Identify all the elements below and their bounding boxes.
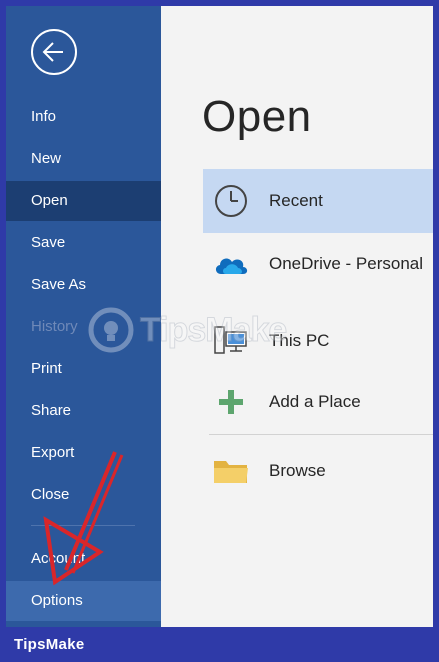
onedrive-cloud-icon — [211, 244, 251, 284]
sidebar-item-account[interactable]: Account — [6, 539, 161, 579]
sidebar-item-save[interactable]: Save — [6, 223, 161, 263]
location-recent[interactable]: Recent — [203, 169, 433, 233]
location-onedrive[interactable]: OneDrive - Personal — [203, 232, 433, 296]
location-label: Browse — [269, 461, 326, 480]
computer-icon — [211, 321, 251, 361]
brand-logo: TipsMake — [14, 636, 85, 653]
sidebar-item-info[interactable]: Info — [6, 97, 161, 137]
location-label: Recent — [269, 191, 323, 210]
location-label: OneDrive - Personal — [269, 254, 424, 273]
sidebar-item-close[interactable]: Close — [6, 475, 161, 515]
clock-icon — [211, 181, 251, 221]
locations-divider — [209, 434, 433, 435]
folder-icon — [211, 451, 251, 491]
open-panel: Open Recent OneDrive - Personal This PC … — [161, 6, 433, 627]
back-button[interactable] — [31, 29, 77, 75]
page-title: Open — [202, 92, 312, 141]
plus-icon — [211, 382, 251, 422]
sidebar-item-print[interactable]: Print — [6, 349, 161, 389]
location-add-a-place[interactable]: Add a Place — [203, 370, 433, 434]
backstage-sidebar: Info New Open Save Save As History Print… — [6, 6, 161, 627]
location-browse[interactable]: Browse — [203, 439, 433, 503]
backstage-window: Info New Open Save Save As History Print… — [6, 6, 433, 627]
location-label: This PC — [269, 331, 330, 350]
sidebar-divider — [31, 525, 135, 526]
location-label: Add a Place — [269, 392, 361, 411]
sidebar-item-options[interactable]: Options — [6, 581, 161, 621]
back-arrow-icon — [42, 42, 63, 62]
sidebar-item-history: History — [31, 318, 78, 335]
location-this-pc[interactable]: This PC — [203, 309, 433, 373]
sidebar-item-open[interactable]: Open — [6, 181, 161, 221]
sidebar-item-save-as[interactable]: Save As — [6, 265, 161, 305]
sidebar-item-share[interactable]: Share — [6, 391, 161, 431]
sidebar-item-export[interactable]: Export — [6, 433, 161, 473]
sidebar-item-new[interactable]: New — [6, 139, 161, 179]
